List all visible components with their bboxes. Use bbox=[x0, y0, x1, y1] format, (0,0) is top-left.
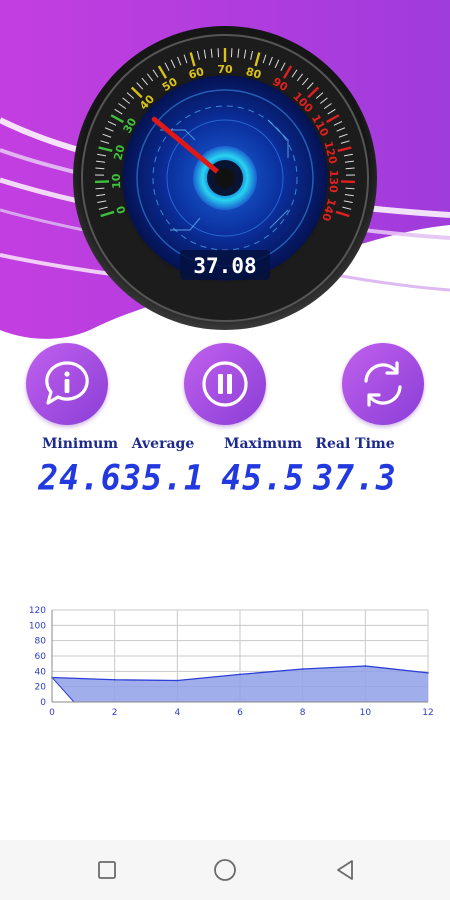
chart-x-tick-label: 8 bbox=[300, 708, 306, 718]
chart-x-tick-label: 4 bbox=[174, 708, 180, 718]
gauge-tick-label: 10 bbox=[110, 173, 123, 189]
stat-average-value: 35.1 bbox=[121, 457, 205, 498]
chart-x-tick-label: 12 bbox=[422, 708, 433, 718]
chart-y-tick-label: 20 bbox=[35, 683, 47, 693]
chart-x-tick-label: 10 bbox=[360, 708, 372, 718]
chart-x-tick-label: 2 bbox=[112, 708, 118, 718]
speedometer-gauge: 0102030405060 70 8090100110120130140 37.08 bbox=[73, 26, 377, 330]
gauge-tick-label: 70 bbox=[217, 63, 233, 76]
stats-row: Minimum 24.6 Average 35.1 Maximum 45.5 R… bbox=[0, 436, 450, 506]
chart-y-tick-label: 100 bbox=[29, 621, 46, 631]
gauge-tick-label: 130 bbox=[327, 170, 341, 194]
chart-point bbox=[176, 679, 179, 682]
chart-x-tick-label: 6 bbox=[237, 708, 243, 718]
stat-average: Average 35.1 bbox=[108, 436, 218, 498]
pause-button[interactable] bbox=[184, 343, 266, 425]
triangle-back-icon[interactable] bbox=[330, 855, 360, 885]
stat-realtime: Real Time 37.3 bbox=[300, 436, 410, 498]
refresh-button[interactable] bbox=[342, 343, 424, 425]
speed-history-chart: 0 20 40 60 80 100 120 0 2 4 6 8 10 12 bbox=[29, 606, 434, 718]
chart-point bbox=[113, 678, 116, 681]
chart-y-tick-label: 80 bbox=[35, 637, 47, 647]
chart-y-tick-label: 40 bbox=[35, 667, 47, 677]
chart-y-tick-label: 60 bbox=[35, 652, 47, 662]
chart-point bbox=[427, 672, 429, 674]
refresh-icon bbox=[364, 361, 402, 407]
chart-point bbox=[301, 668, 304, 670]
action-buttons-row bbox=[0, 343, 450, 428]
gauge-tick bbox=[345, 167, 355, 170]
speedometer-panel: 0102030405060 70 8090100110120130140 37.08 bbox=[0, 0, 450, 339]
stat-realtime-value: 37.3 bbox=[313, 457, 397, 498]
chart-x-tick-label: 0 bbox=[49, 708, 55, 718]
chart-point bbox=[239, 673, 241, 676]
stat-realtime-label: Real Time bbox=[315, 436, 395, 452]
chart-y-tick-label: 0 bbox=[40, 698, 46, 708]
chart-point bbox=[364, 665, 367, 667]
speed-readout: 37.08 bbox=[193, 254, 256, 278]
pause-icon bbox=[202, 361, 248, 407]
square-icon[interactable] bbox=[92, 855, 122, 885]
info-icon bbox=[45, 361, 89, 405]
chart-y-tick-label: 120 bbox=[29, 606, 46, 616]
gauge-tick bbox=[95, 167, 105, 170]
stat-average-label: Average bbox=[131, 436, 195, 452]
circle-icon[interactable] bbox=[210, 855, 240, 885]
info-button[interactable] bbox=[26, 343, 108, 425]
system-nav-bar bbox=[0, 840, 450, 900]
